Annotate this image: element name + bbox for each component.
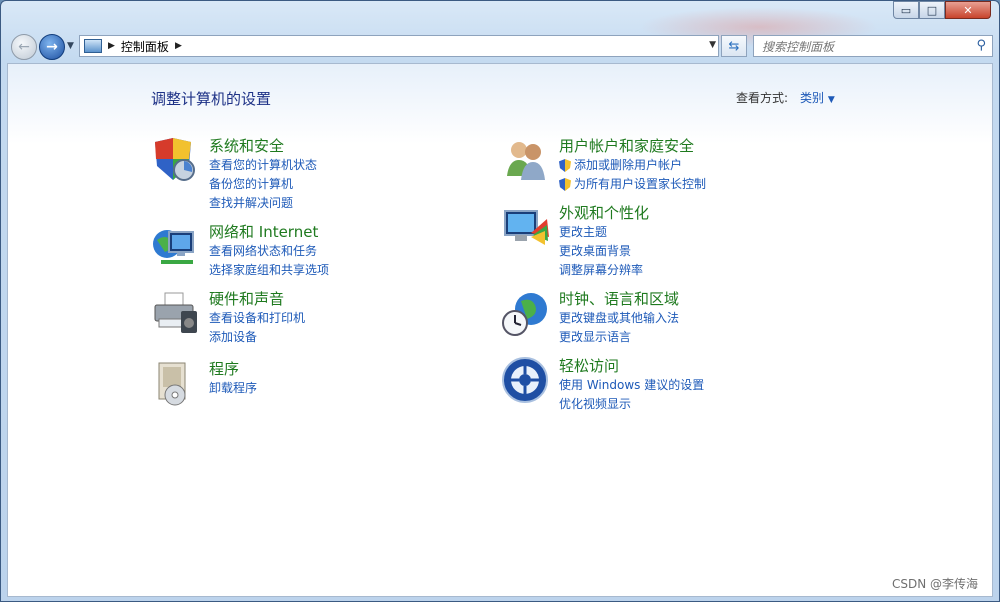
caption-buttons: ▭ □ ✕ xyxy=(893,1,991,19)
shield-icon[interactable] xyxy=(151,136,201,186)
breadcrumb-arrow-icon[interactable]: ▶ xyxy=(175,41,182,51)
printer-icon[interactable] xyxy=(151,289,201,339)
accessibility-icon[interactable] xyxy=(501,356,551,406)
category-title[interactable]: 用户帐户和家庭安全 xyxy=(559,136,706,156)
link-parental-controls[interactable]: 为所有用户设置家长控制 xyxy=(559,175,706,194)
control-panel-icon xyxy=(84,39,102,53)
search-input[interactable] xyxy=(760,37,974,57)
navigation-bar: ← → ▼ ▶ 控制面板 ▶ ▼ ⇆ ⚲ xyxy=(7,31,993,61)
chevron-down-icon[interactable]: ▼ xyxy=(828,95,835,105)
breadcrumb-control-panel[interactable]: 控制面板 xyxy=(121,38,169,55)
uac-shield-icon xyxy=(559,178,571,191)
link-homegroup[interactable]: 选择家庭组和共享选项 xyxy=(209,261,329,280)
link-change-theme[interactable]: 更改主题 xyxy=(559,223,649,242)
back-button[interactable]: ← xyxy=(11,34,37,60)
forward-button[interactable]: → xyxy=(39,34,65,60)
category-title[interactable]: 网络和 Internet xyxy=(209,222,329,242)
close-button[interactable]: ✕ xyxy=(945,1,991,19)
refresh-icon: ⇆ xyxy=(728,38,740,54)
category-clock-language: 时钟、语言和区域 更改键盘或其他输入法 更改显示语言 xyxy=(501,289,679,347)
link-uninstall[interactable]: 卸载程序 xyxy=(209,379,257,398)
programs-icon[interactable] xyxy=(151,359,201,409)
users-icon[interactable] xyxy=(501,136,551,186)
link-display-language[interactable]: 更改显示语言 xyxy=(559,328,679,347)
view-by-label: 查看方式: xyxy=(736,91,789,105)
link-network-status[interactable]: 查看网络状态和任务 xyxy=(209,242,329,261)
minimize-button[interactable]: ▭ xyxy=(893,1,919,19)
uac-shield-icon xyxy=(559,159,571,172)
main-content: 调整计算机的设置 查看方式: 类别 ▼ 系统和安全 查看您的计算机状态 备份您的… xyxy=(7,63,993,597)
category-network-internet: 网络和 Internet 查看网络状态和任务 选择家庭组和共享选项 xyxy=(151,222,329,280)
maximize-button[interactable]: □ xyxy=(919,1,945,19)
category-title[interactable]: 程序 xyxy=(209,359,257,379)
category-title[interactable]: 轻松访问 xyxy=(559,356,704,376)
category-programs: 程序 卸载程序 xyxy=(151,359,257,409)
category-title[interactable]: 外观和个性化 xyxy=(559,203,649,223)
address-dropdown-icon[interactable]: ▼ xyxy=(709,40,716,50)
page-title: 调整计算机的设置 xyxy=(151,90,272,108)
category-title[interactable]: 系统和安全 xyxy=(209,136,317,156)
recent-pages-dropdown[interactable]: ▼ xyxy=(67,41,74,51)
address-bar[interactable]: ▶ 控制面板 ▶ ▼ xyxy=(79,35,719,57)
breadcrumb-arrow-icon[interactable]: ▶ xyxy=(108,41,115,51)
display-icon[interactable] xyxy=(501,203,551,253)
link-label[interactable]: 为所有用户设置家长控制 xyxy=(574,175,706,194)
search-box[interactable]: ⚲ xyxy=(753,35,993,57)
category-title[interactable]: 硬件和声音 xyxy=(209,289,305,309)
control-panel-window: ▭ □ ✕ ← → ▼ ▶ 控制面板 ▶ ▼ ⇆ ⚲ 调整计算机的设置 查看方式… xyxy=(0,0,1000,602)
category-ease-of-access: 轻松访问 使用 Windows 建议的设置 优化视频显示 xyxy=(501,356,704,414)
globe-clock-icon[interactable] xyxy=(501,289,551,339)
link-devices-printers[interactable]: 查看设备和打印机 xyxy=(209,309,305,328)
refresh-button[interactable]: ⇆ xyxy=(721,35,747,57)
category-appearance: 外观和个性化 更改主题 更改桌面背景 调整屏幕分辨率 xyxy=(501,203,649,280)
network-icon[interactable] xyxy=(151,222,201,272)
category-system-security: 系统和安全 查看您的计算机状态 备份您的计算机 查找并解决问题 xyxy=(151,136,317,213)
view-by-value[interactable]: 类别 xyxy=(800,91,824,105)
link-desktop-background[interactable]: 更改桌面背景 xyxy=(559,242,649,261)
category-hardware-sound: 硬件和声音 查看设备和打印机 添加设备 xyxy=(151,289,305,347)
link-screen-resolution[interactable]: 调整屏幕分辨率 xyxy=(559,261,649,280)
link-input-methods[interactable]: 更改键盘或其他输入法 xyxy=(559,309,679,328)
link-add-remove-accounts[interactable]: 添加或删除用户帐户 xyxy=(559,156,706,175)
search-icon[interactable]: ⚲ xyxy=(976,38,986,53)
forward-arrow-icon: → xyxy=(46,39,58,55)
category-title[interactable]: 时钟、语言和区域 xyxy=(559,289,679,309)
link-optimize-display[interactable]: 优化视频显示 xyxy=(559,395,704,414)
category-user-accounts: 用户帐户和家庭安全 添加或删除用户帐户 为所有用户设置家长控制 xyxy=(501,136,706,194)
link-backup[interactable]: 备份您的计算机 xyxy=(209,175,317,194)
watermark: CSDN @李传海 xyxy=(891,577,978,591)
view-by-dropdown[interactable]: 类别 ▼ xyxy=(800,89,835,106)
link-add-device[interactable]: 添加设备 xyxy=(209,328,305,347)
link-recommended-settings[interactable]: 使用 Windows 建议的设置 xyxy=(559,376,704,395)
back-arrow-icon: ← xyxy=(18,39,30,55)
link-troubleshoot[interactable]: 查找并解决问题 xyxy=(209,194,317,213)
link-label[interactable]: 添加或删除用户帐户 xyxy=(574,156,682,175)
link-view-status[interactable]: 查看您的计算机状态 xyxy=(209,156,317,175)
